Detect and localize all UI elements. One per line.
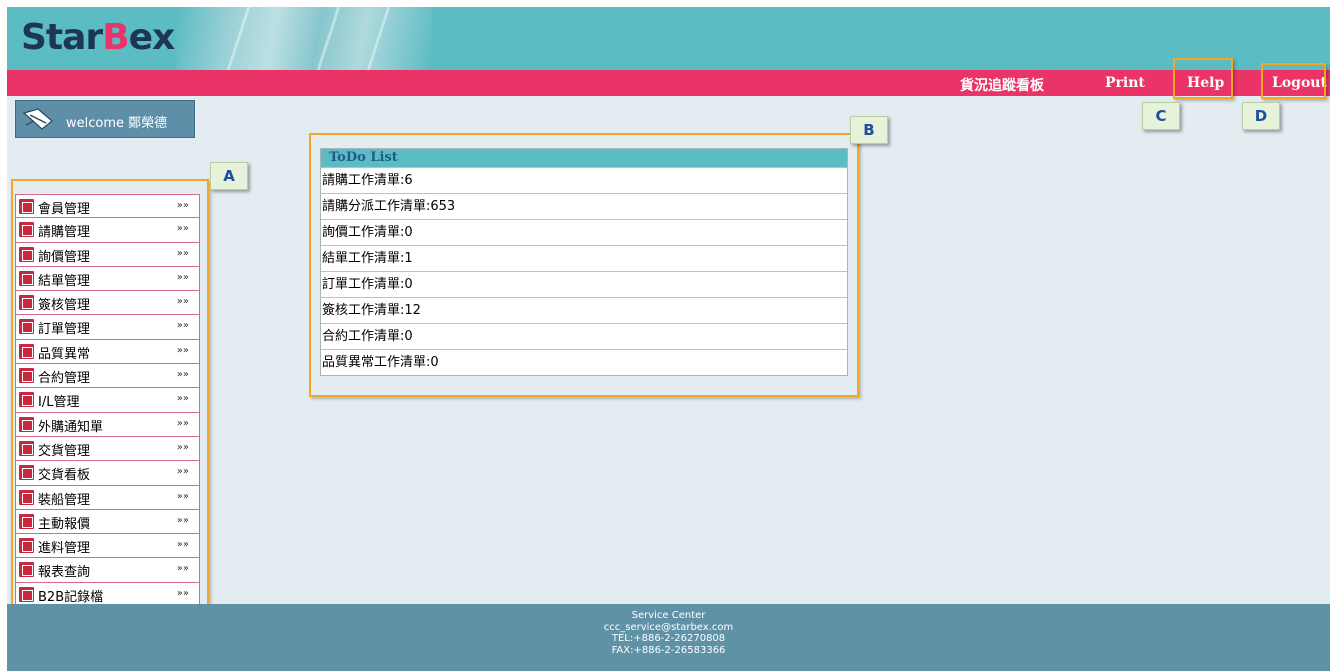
menu-item[interactable]: 結單管理 »»	[15, 266, 200, 292]
chevron-double-right-icon: »»	[176, 369, 189, 381]
print-link[interactable]: Print	[1105, 75, 1145, 91]
chevron-double-right-icon: »»	[176, 344, 189, 356]
menu-item-label: 詢價管理	[38, 249, 91, 265]
todo-row[interactable]: 請購分派工作清單:653	[321, 193, 847, 219]
annotation-tag-c: C	[1142, 102, 1180, 130]
menu-item-label: 裝船管理	[38, 492, 91, 508]
footer-fax: FAX:+886-2-26583366	[611, 644, 726, 656]
menu-item[interactable]: 訂單管理 »»	[15, 315, 200, 340]
chevron-double-right-icon: »»	[176, 539, 189, 551]
purchase-notice-icon	[19, 416, 34, 432]
menu-item-label: 簽核管理	[38, 298, 91, 314]
chevron-double-right-icon: »»	[176, 587, 189, 599]
menu-item[interactable]: 主動報價 »»	[15, 509, 200, 535]
chevron-double-right-icon: »»	[176, 441, 189, 453]
chevron-double-right-icon: »»	[176, 223, 189, 235]
contract-icon	[19, 368, 34, 384]
hand-pen-icon	[22, 108, 53, 130]
chevron-double-right-icon: »»	[176, 563, 189, 575]
menu-item[interactable]: 請購管理 »»	[15, 218, 200, 243]
chevron-double-right-icon: »»	[176, 200, 189, 211]
menu-item[interactable]: 會員管理 »»	[15, 194, 200, 219]
todo-row[interactable]: 品質異常工作清單:0	[321, 349, 847, 375]
quality-alert-icon	[19, 343, 34, 359]
footer-email[interactable]: ccc_service@starbex.com	[7, 622, 1330, 634]
top-nav-bar: 貨況追蹤看板 Print Help Logout	[7, 70, 1330, 96]
menu-item-label: B2B記錄檔	[38, 589, 104, 605]
menu-item[interactable]: 合約管理 »»	[15, 364, 200, 389]
footer-tel: TEL:+886-2-26270808	[611, 633, 726, 644]
todo-row[interactable]: 結單工作清單:1	[321, 245, 847, 271]
menu-item-label: 交貨看板	[38, 468, 91, 484]
il-document-icon	[19, 392, 34, 408]
todo-row[interactable]: 詢價工作清單:0	[321, 219, 847, 245]
menu-item-label: I/L管理	[38, 395, 80, 411]
todo-row[interactable]: 簽核工作清單:12	[321, 297, 847, 323]
todo-row[interactable]: 請購工作清單:6	[321, 167, 847, 193]
shipping-icon	[19, 489, 34, 505]
menu-item[interactable]: 報表查詢 »»	[15, 558, 200, 583]
menu-item-label: 品質異常	[38, 346, 91, 362]
requisition-icon	[19, 222, 34, 238]
todo-row[interactable]: 合約工作清單:0	[321, 323, 847, 349]
menu-item-label: 請購管理	[38, 225, 91, 241]
chevron-double-right-icon: »»	[176, 417, 189, 429]
header-banner: StarBex	[7, 7, 1330, 70]
tracking-board-link[interactable]: 貨況追蹤看板	[960, 75, 1044, 95]
header-photo	[177, 7, 432, 70]
annotation-tag-b: B	[850, 116, 888, 144]
member-icon	[19, 199, 34, 214]
service-center-footer: Service Center ccc_service@starbex.com T…	[7, 604, 1330, 671]
welcome-text: welcome 鄭榮德	[66, 116, 168, 131]
menu-item-label: 合約管理	[38, 371, 91, 387]
todo-list-panel: ToDo List 請購工作清單:6 請購分派工作清單:653 詢價工作清單:0 結單…	[320, 148, 848, 376]
chevron-double-right-icon: »»	[176, 514, 189, 526]
menu-item[interactable]: I/L管理 »»	[15, 388, 200, 413]
delivery-icon	[19, 440, 34, 456]
menu-item[interactable]: 品質異常 »»	[15, 339, 200, 365]
menu-item-label: 會員管理	[38, 202, 91, 217]
annotation-box-d	[1261, 63, 1326, 99]
incoming-material-icon	[19, 538, 34, 554]
annotation-tag-a: A	[210, 162, 248, 190]
chevron-double-right-icon: »»	[176, 393, 189, 405]
menu-item-label: 結單管理	[38, 273, 91, 289]
menu-item-label: 主動報價	[38, 516, 91, 532]
todo-list-title: ToDo List	[321, 149, 847, 167]
b2b-log-icon	[19, 586, 34, 602]
approval-check-icon	[19, 295, 34, 311]
starbex-logo[interactable]: StarBex	[21, 17, 175, 58]
chevron-double-right-icon: »»	[176, 466, 189, 478]
chevron-double-right-icon: »»	[176, 490, 189, 502]
menu-item-label: 交貨管理	[38, 443, 91, 459]
order-icon	[19, 319, 34, 335]
menu-item[interactable]: 交貨管理 »»	[15, 436, 200, 462]
welcome-box: welcome 鄭榮德	[15, 100, 195, 138]
quotation-icon	[19, 513, 34, 529]
chevron-double-right-icon: »»	[176, 247, 189, 259]
menu-item[interactable]: 詢價管理 »»	[15, 242, 200, 267]
app-window: StarBex 貨況追蹤看板 Print Help Logout welcome…	[7, 7, 1330, 671]
delivery-board-icon	[19, 465, 34, 481]
todo-row[interactable]: 訂單工作清單:0	[321, 271, 847, 297]
footer-title: Service Center	[631, 610, 706, 621]
chevron-double-right-icon: »»	[176, 296, 189, 308]
menu-item[interactable]: 進料管理 »»	[15, 534, 200, 559]
report-icon	[19, 562, 34, 578]
annotation-tag-d: D	[1242, 102, 1280, 130]
sidebar-menu: 會員管理»» 請購管理»» 詢價管理»» 結單管理»» 簽核管理»» 訂單管理»» 品質異常…	[15, 194, 200, 608]
close-order-icon	[19, 270, 34, 286]
menu-item[interactable]: 簽核管理 »»	[15, 291, 200, 316]
annotation-box-c	[1173, 58, 1233, 99]
menu-item-label: 報表查詢	[38, 565, 91, 581]
menu-item-label: 訂單管理	[38, 322, 91, 338]
chevron-double-right-icon: »»	[176, 271, 189, 283]
inquiry-icon	[19, 246, 34, 262]
menu-item[interactable]: 裝船管理 »»	[15, 485, 200, 510]
menu-item-label: 外購通知單	[38, 419, 104, 435]
chevron-double-right-icon: »»	[176, 320, 189, 332]
menu-item-label: 進料管理	[38, 541, 91, 557]
menu-item[interactable]: 外購通知單 »»	[15, 412, 200, 437]
menu-item[interactable]: 交貨看板 »»	[15, 461, 200, 486]
